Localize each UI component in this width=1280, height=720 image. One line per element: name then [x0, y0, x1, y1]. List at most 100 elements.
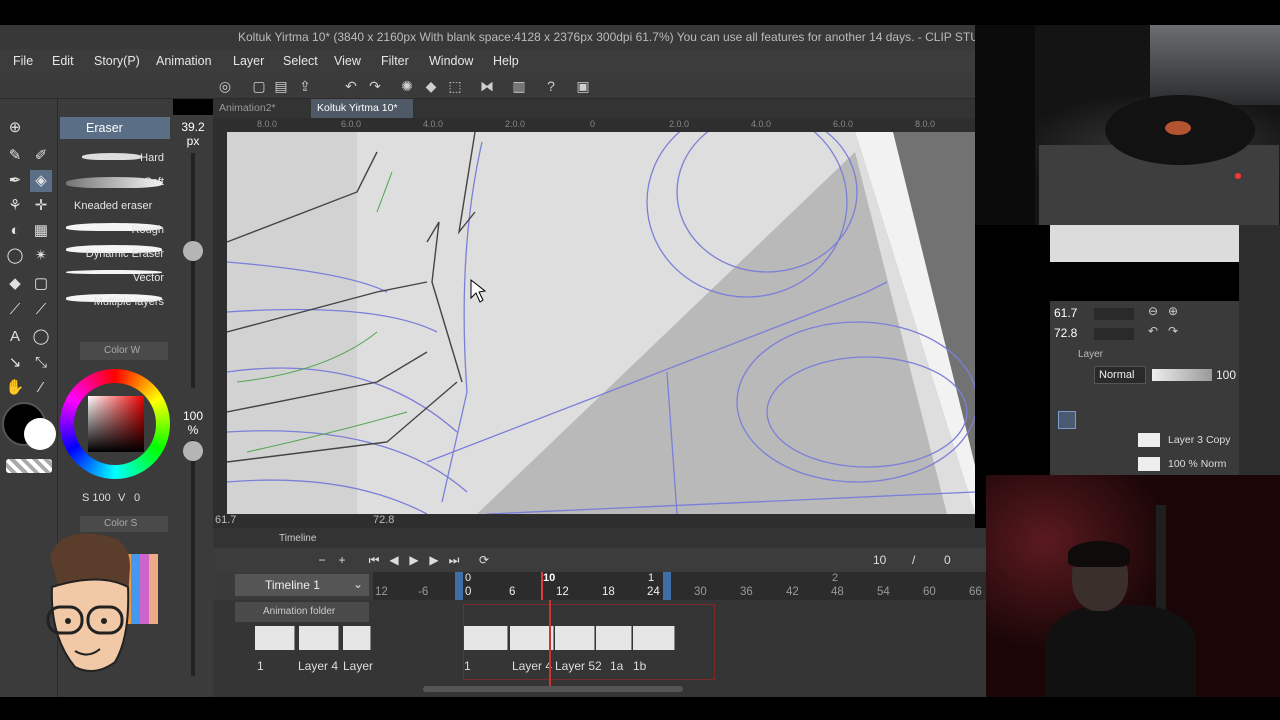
zoom-out-icon[interactable]: −: [313, 551, 331, 569]
menu-file[interactable]: File: [13, 54, 33, 68]
menu-help[interactable]: Help: [493, 54, 519, 68]
cel-frame[interactable]: [510, 626, 554, 650]
opacity-slider[interactable]: [1152, 369, 1212, 381]
cel-frame[interactable]: [464, 626, 508, 650]
magic-wand-icon[interactable]: ✴: [30, 245, 52, 267]
frame-icon[interactable]: ▢: [30, 273, 52, 295]
balloon-icon[interactable]: ◯: [30, 326, 52, 348]
end-marker[interactable]: [663, 572, 671, 600]
undo-icon[interactable]: ↶: [342, 77, 360, 95]
hand-icon[interactable]: ✋: [4, 377, 26, 399]
play-icon[interactable]: ▶: [405, 551, 423, 569]
ruler-icon[interactable]: ⟋: [30, 299, 52, 321]
menu-window[interactable]: Window: [429, 54, 473, 68]
brush-vector[interactable]: Vector: [62, 267, 168, 289]
cel-frame[interactable]: [596, 626, 632, 650]
figure-icon[interactable]: ⟋: [4, 299, 26, 321]
rotate-right-icon[interactable]: ↷: [1168, 324, 1178, 338]
open-folder-icon[interactable]: ▤: [272, 77, 290, 95]
companion-icon[interactable]: ▣: [574, 77, 592, 95]
brush-opacity-slider[interactable]: [191, 440, 195, 676]
timeline-scrollbar[interactable]: [423, 686, 683, 692]
menu-select[interactable]: Select: [283, 54, 318, 68]
pen-icon[interactable]: ✎: [4, 145, 26, 167]
sub-color-swatch[interactable]: [24, 418, 56, 450]
transparent-color-swatch[interactable]: [6, 459, 52, 473]
cel-thumb[interactable]: [299, 626, 339, 650]
transform-icon[interactable]: ⬚: [446, 77, 464, 95]
gradient-icon[interactable]: ▦: [30, 220, 52, 242]
menu-story[interactable]: Story(P): [94, 54, 140, 68]
animation-folder-row[interactable]: Animation folder: [235, 602, 369, 622]
fill-bucket-icon[interactable]: ◐: [4, 220, 26, 242]
flip-icon[interactable]: ⧓: [478, 77, 496, 95]
saturation-value-square[interactable]: [88, 396, 144, 452]
brush-label: Vector: [132, 272, 164, 284]
move-icon[interactable]: ✛: [30, 195, 52, 217]
frame-number: 0: [465, 586, 472, 598]
lasso-icon[interactable]: ◯: [4, 245, 26, 267]
help-icon[interactable]: ?: [542, 77, 560, 95]
brush-soft[interactable]: Soft: [62, 171, 168, 193]
previous-frame-icon[interactable]: ◀: [385, 551, 403, 569]
canvas-zoom: 61.7: [215, 514, 237, 526]
cel-thumb[interactable]: [343, 626, 371, 650]
cel-thumb[interactable]: [255, 626, 295, 650]
zoom-in-icon[interactable]: ⊕: [1168, 304, 1178, 318]
rotate-slider[interactable]: [1094, 328, 1134, 340]
new-file-icon[interactable]: ▢: [250, 77, 268, 95]
next-frame-icon[interactable]: ▶: [425, 551, 443, 569]
brush-multiple-layers[interactable]: Multiple layers: [62, 291, 168, 313]
zoom-slider[interactable]: [1094, 308, 1134, 320]
menu-layer[interactable]: Layer: [233, 54, 264, 68]
brush-size-knob[interactable]: [183, 241, 203, 261]
frame-ruler[interactable]: 0 10 1 2 12 -6 0 6 12 18 24 30 36 42 48 …: [373, 572, 986, 600]
fill-icon[interactable]: ◆: [422, 77, 440, 95]
sparkle-icon[interactable]: ✺: [398, 77, 416, 95]
brush-hard[interactable]: Hard: [62, 147, 168, 169]
timeline-selector[interactable]: Timeline 1 ⌄: [235, 574, 369, 596]
redo-icon[interactable]: ↷: [366, 77, 384, 95]
zoom-in-icon[interactable]: +: [333, 551, 351, 569]
tab-koltuk-yirtma[interactable]: Koltuk Yirtma 10*: [311, 99, 413, 118]
brush-kneaded[interactable]: Kneaded eraser: [62, 195, 168, 217]
loop-icon[interactable]: ⟳: [475, 551, 493, 569]
color-wheel-tab[interactable]: Color W: [80, 342, 168, 360]
brush-dynamic-eraser[interactable]: Dynamic Eraser: [62, 243, 168, 265]
color-wheel[interactable]: [60, 369, 170, 479]
brush-icon[interactable]: ✒: [4, 170, 26, 192]
brush-rough[interactable]: Rough: [62, 219, 168, 241]
fill-icon[interactable]: ◆: [4, 273, 26, 295]
operation-tool-icon[interactable]: ⊕: [4, 117, 26, 139]
device-icon[interactable]: ▥: [510, 77, 528, 95]
zoom-out-icon[interactable]: ⊖: [1148, 304, 1158, 318]
eyedropper-icon[interactable]: ⁄: [30, 377, 52, 399]
blend-mode-select[interactable]: Normal: [1094, 366, 1146, 384]
navigator-preview[interactable]: [1050, 225, 1239, 262]
brush-size-slider[interactable]: [191, 153, 195, 388]
menu-edit[interactable]: Edit: [52, 54, 74, 68]
menu-animation[interactable]: Animation: [156, 54, 212, 68]
rotate-left-icon[interactable]: ↶: [1148, 324, 1158, 338]
pencil-icon[interactable]: ✐: [30, 145, 52, 167]
blend-icon[interactable]: ⚘: [4, 195, 26, 217]
text-icon[interactable]: A: [4, 326, 26, 348]
cel-frame[interactable]: [555, 626, 595, 650]
brush-opacity-knob[interactable]: [183, 441, 203, 461]
drawing-canvas[interactable]: [227, 132, 975, 514]
layer-list-icon[interactable]: [1058, 411, 1076, 429]
menu-filter[interactable]: Filter: [381, 54, 409, 68]
playhead[interactable]: [541, 572, 543, 600]
correct-line-icon[interactable]: ↘: [4, 352, 26, 374]
correct-tool-icon[interactable]: ⤡: [30, 352, 52, 374]
first-frame-icon[interactable]: ⏮: [365, 551, 383, 569]
sub-tool-header[interactable]: Eraser: [60, 117, 170, 139]
menu-view[interactable]: View: [334, 54, 361, 68]
eraser-icon[interactable]: ◈: [30, 170, 52, 192]
app-logo-icon[interactable]: ◎: [216, 77, 234, 95]
cel-frame[interactable]: [633, 626, 675, 650]
tab-animation2[interactable]: Animation2*: [213, 99, 309, 118]
last-frame-icon[interactable]: ⏭: [445, 551, 463, 569]
start-marker[interactable]: [455, 572, 463, 600]
save-icon[interactable]: ⇪: [296, 77, 314, 95]
